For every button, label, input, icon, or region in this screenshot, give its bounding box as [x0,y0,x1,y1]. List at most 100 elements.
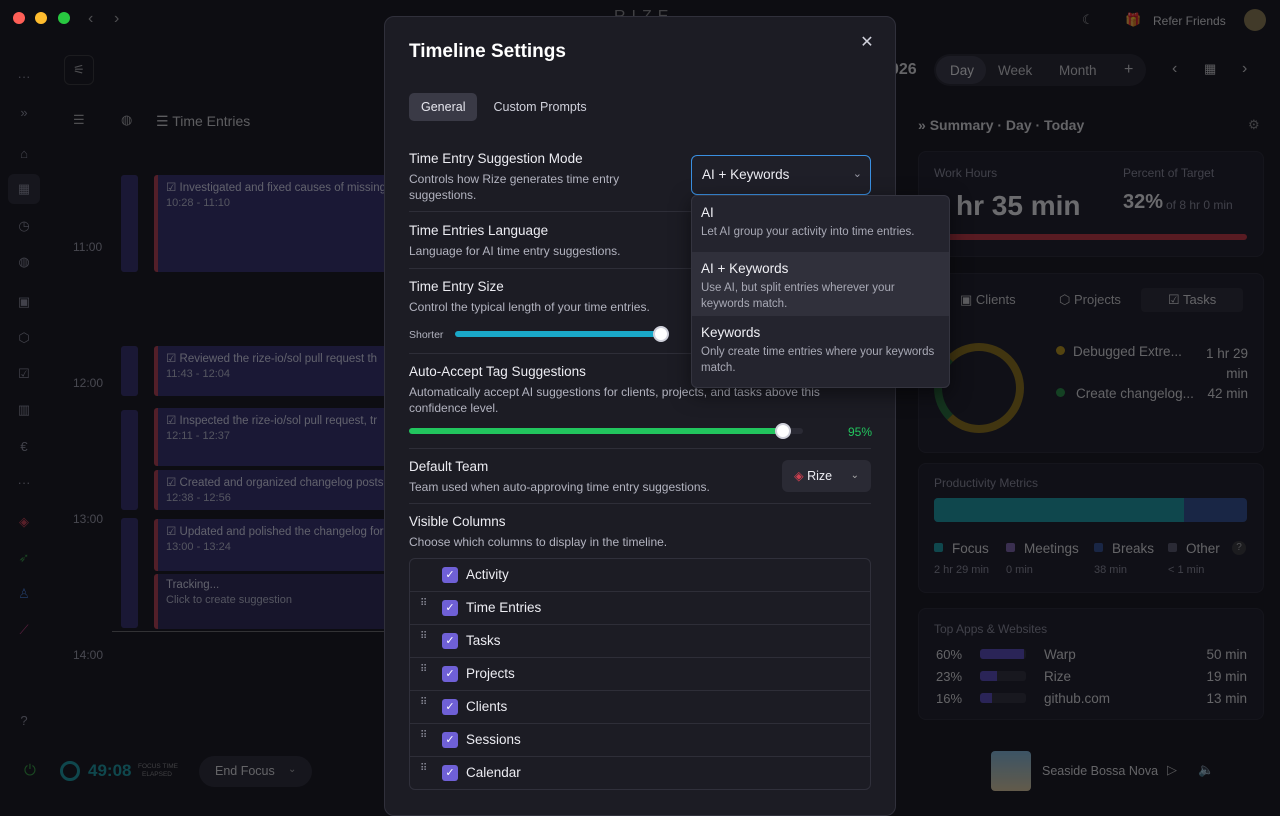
add-button[interactable]: + [1124,61,1133,79]
moon-icon[interactable]: ☾ [1082,12,1094,28]
close-window-button[interactable] [13,12,25,24]
dropdown-option-ai-keywords[interactable]: AI + Keywords Use AI, but split entries … [692,252,949,316]
other-help-icon[interactable]: ? [1232,541,1246,555]
time-entry[interactable]: ☑ Updated and polished the changelog for… [154,519,390,571]
checkbox-checked-icon[interactable]: ✓ [442,732,458,748]
expand-icon[interactable]: » [16,104,32,120]
tab-tasks[interactable]: ☑ Tasks [1168,292,1216,308]
divider [409,503,871,504]
app-duration: 13 min [1206,691,1247,706]
column-row-calendar[interactable]: ⠿ ✓ Calendar [410,757,870,789]
drag-handle-icon[interactable]: ⠿ [420,632,428,648]
checkbox-checked-icon[interactable]: ✓ [442,666,458,682]
time-entry[interactable]: ☑ Created and organized changelog posts 1… [154,470,390,510]
volume-icon[interactable]: 🔈 [1198,762,1214,778]
column-row-time-entries[interactable]: ⠿ ✓ Time Entries [410,592,870,625]
drag-handle-icon[interactable]: ⠿ [420,731,428,747]
productivity-label: Productivity Metrics [934,476,1039,490]
drag-handle-icon[interactable]: ⠿ [420,599,428,615]
activity-block[interactable] [121,346,138,396]
entry-title: ☑ Created and organized changelog posts [166,477,384,489]
more-icon-2[interactable]: ··· [16,474,32,490]
prev-date-icon[interactable]: ‹ [1172,60,1177,78]
dropdown-option-ai[interactable]: AI Let AI group your activity into time … [692,196,949,252]
filters-icon[interactable]: ⚟ [64,55,94,85]
rocket-icon[interactable]: ➶ [16,550,32,566]
checkbox-checked-icon[interactable]: ✓ [442,765,458,781]
cube-icon[interactable]: ⬡ [16,330,32,346]
dropdown-option-keywords[interactable]: Keywords Only create time entries where … [692,316,949,387]
default-team-select[interactable]: ◈ Rize ⌄ [782,460,871,492]
checkbox-checked-icon[interactable]: ✓ [442,567,458,583]
chevron-down-icon: ⌄ [852,168,862,180]
drag-handle-icon[interactable]: ⠿ [420,665,428,681]
play-icon[interactable]: ▷ [1167,762,1177,778]
suggestion-mode-select[interactable]: AI + Keywords ⌄ [691,155,871,195]
close-icon[interactable]: ✕ [857,33,877,53]
checkbox-checked-icon[interactable]: ✓ [442,633,458,649]
drag-handle-icon[interactable]: ⠿ [420,698,428,714]
forward-arrow-icon[interactable]: › [114,10,119,28]
end-focus-button[interactable]: End Focus [215,764,275,778]
time-entry[interactable]: ☑ Inspected the rize-io/sol pull request… [154,408,390,466]
column-row-activity[interactable]: ✓ Activity [410,559,870,592]
confidence-slider-handle[interactable] [775,423,792,439]
column-row-sessions[interactable]: ⠿ ✓ Sessions [410,724,870,757]
list-icon[interactable]: ☰ [73,112,85,128]
tab-custom-prompts[interactable]: Custom Prompts [481,93,598,121]
now-line [112,631,392,632]
tab-general[interactable]: General [409,93,478,121]
calendar-icon[interactable]: ▦ [16,181,32,197]
settings-icon[interactable]: ⚙ [1248,117,1260,133]
drag-handle-icon[interactable]: ⠿ [420,764,428,780]
avatar[interactable] [1244,9,1266,31]
end-focus-chevron-icon[interactable]: ⌄ [288,764,296,775]
tracking-entry[interactable]: Tracking... Click to create suggestion [154,574,390,629]
tab-clients[interactable]: ▣ Clients [960,292,1016,308]
euro-icon[interactable]: € [16,438,32,454]
checkbox-checked-icon[interactable]: ✓ [442,699,458,715]
activity-block[interactable] [121,410,138,510]
refer-friends-link[interactable]: Refer Friends [1153,14,1226,28]
help-icon[interactable]: ? [16,712,32,728]
size-slider-track[interactable] [455,331,661,337]
productivity-bar [934,498,1247,522]
contact-icon[interactable]: ▣ [16,294,32,310]
more-icon[interactable]: ··· [16,68,32,84]
zoom-window-button[interactable] [58,12,70,24]
size-slider-handle[interactable] [653,326,669,342]
minimize-window-button[interactable] [35,12,47,24]
time-entry[interactable]: ☑ Investigated and fixed causes of missi… [154,175,390,272]
view-tab-month[interactable]: Month [1059,63,1097,78]
globe-toggle-icon[interactable]: ◍ [121,112,132,128]
column-row-tasks[interactable]: ⠿ ✓ Tasks [410,625,870,658]
timer-icon[interactable]: ◷ [16,218,32,234]
checkbox-icon[interactable]: ☑ [16,366,32,382]
activity-block[interactable] [121,518,138,628]
calendar-picker-icon[interactable]: ▦ [1204,61,1216,77]
entry-title: ☑ Investigated and fixed causes of missi… [166,182,386,194]
time-label: 12:00 [73,376,104,390]
column-row-clients[interactable]: ⠿ ✓ Clients [410,691,870,724]
home-icon[interactable]: ⌂ [16,145,32,161]
user-icon[interactable]: ♙ [16,586,32,602]
activity-block[interactable] [121,175,138,272]
checkbox-checked-icon[interactable]: ✓ [442,600,458,616]
focus-caption-2: ELAPSED [142,771,172,778]
column-label: Activity [466,567,509,582]
column-row-projects[interactable]: ⠿ ✓ Projects [410,658,870,691]
tab-projects[interactable]: ⬡ Projects [1059,292,1121,308]
back-arrow-icon[interactable]: ‹ [88,10,93,28]
size-desc: Control the typical length of your time … [409,300,650,314]
gift-icon[interactable]: 🎁 [1125,12,1141,28]
time-entry[interactable]: ☑ Reviewed the rize-io/sol pull request … [154,346,390,396]
view-tab-week[interactable]: Week [998,63,1032,78]
confidence-slider-track[interactable] [409,428,803,434]
layers-icon[interactable]: ◈ [16,514,32,530]
view-tab-day[interactable]: Day [950,63,974,78]
globe-icon[interactable]: ◍ [16,254,32,270]
power-icon[interactable]: ⏻ [24,762,36,779]
chart-icon[interactable]: ▥ [16,402,32,418]
next-date-icon[interactable]: › [1242,60,1247,78]
trend-icon[interactable]: ⟋ [16,622,32,638]
